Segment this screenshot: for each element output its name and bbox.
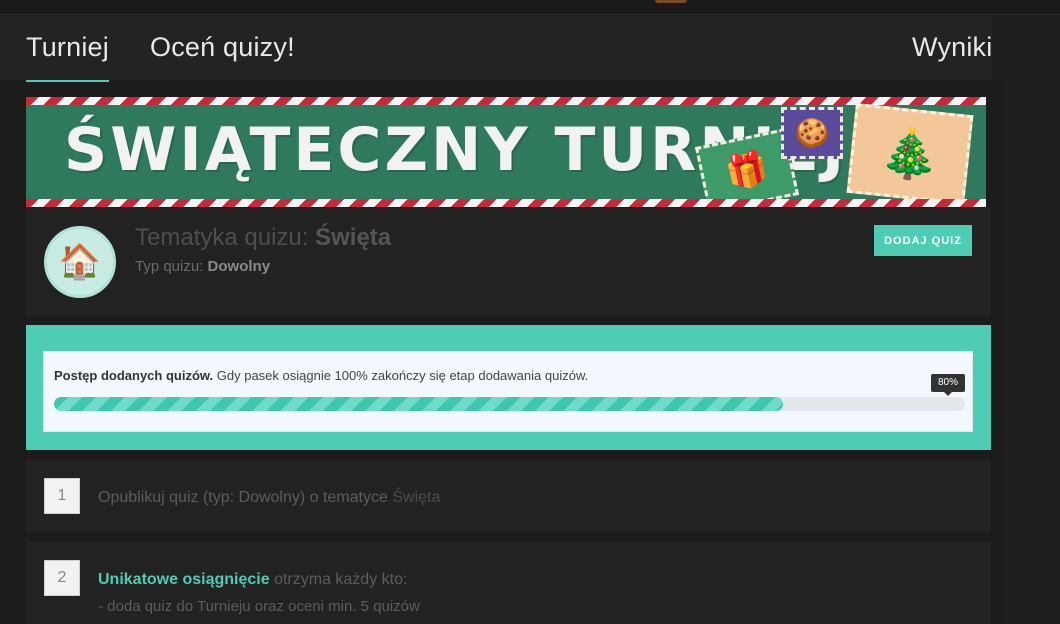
quiz-topic: Tematyka quizu: Święta	[135, 224, 391, 252]
gingerbread-stamp-icon: 🍪	[781, 107, 843, 159]
topic-prefix: Tematyka quizu:	[135, 224, 309, 251]
quiz-info-card: 🏠 Tematyka quizu: Święta Typ quizu: Dowo…	[26, 208, 991, 316]
tournament-banner: ŚWIĄTECZNY TURNIEJ 🎁 🍪 🎄	[26, 97, 986, 207]
tab-wyniki[interactable]: Wyniki	[912, 32, 992, 63]
achievement-label: Unikatowe osiągnięcie	[98, 571, 270, 588]
quiz-type: Typ quizu: Dowolny	[135, 258, 270, 275]
progress-card: Postęp dodanych quizów. Gdy pasek osiągn…	[43, 351, 973, 432]
tab-turniej[interactable]: Turniej	[26, 32, 109, 82]
progress-note: Gdy pasek osiągnie 100% zakończy się eta…	[216, 368, 589, 383]
type-value: Dowolny	[207, 258, 271, 275]
progress-title: Postęp dodanych quizów.	[54, 368, 214, 383]
progress-bar-track	[54, 397, 965, 411]
step-topic-link[interactable]: Święta	[392, 489, 440, 506]
step-number: 1	[44, 478, 80, 514]
candy-stripe-top	[26, 97, 986, 105]
progress-panel: Postęp dodanych quizów. Gdy pasek osiągn…	[26, 325, 991, 450]
step-2: 2 Unikatowe osiągnięcie otrzyma każdy kt…	[26, 542, 991, 624]
step-requirement: - doda quiz do Turnieju oraz oceni min. …	[98, 598, 420, 615]
right-side-rail	[1003, 80, 1060, 624]
step-number: 2	[44, 560, 80, 596]
top-navigation: Turniej Oceń quizy! Wyniki	[0, 16, 1060, 82]
step-description: Opublikuj quiz (typ: Dowolny) o tematyce	[98, 489, 388, 506]
step-text: Opublikuj quiz (typ: Dowolny) o tematyce…	[98, 489, 440, 507]
christmas-tree-stamp-icon: 🎄	[846, 103, 974, 205]
browser-top-strip	[0, 0, 1060, 15]
step-description: otrzyma każdy kto:	[274, 571, 408, 588]
nav-right-gutter	[992, 16, 1060, 80]
tab-ocen-quizy[interactable]: Oceń quizy!	[150, 32, 295, 63]
gingerbread-house-icon: 🏠	[44, 226, 116, 298]
topic-value: Święta	[315, 224, 392, 251]
progress-tooltip: 80%	[931, 374, 965, 396]
progress-description: Postęp dodanych quizów. Gdy pasek osiągn…	[54, 368, 588, 383]
step-1: 1 Opublikuj quiz (typ: Dowolny) o tematy…	[26, 460, 991, 532]
add-quiz-button[interactable]: DODAJ QUIZ	[874, 225, 972, 256]
top-indicator	[655, 0, 687, 3]
progress-bar-fill	[54, 397, 783, 411]
type-prefix: Typ quizu:	[135, 258, 204, 275]
step-text: Unikatowe osiągnięcie otrzyma każdy kto:	[98, 571, 407, 589]
candy-stripe-bottom	[26, 199, 986, 207]
